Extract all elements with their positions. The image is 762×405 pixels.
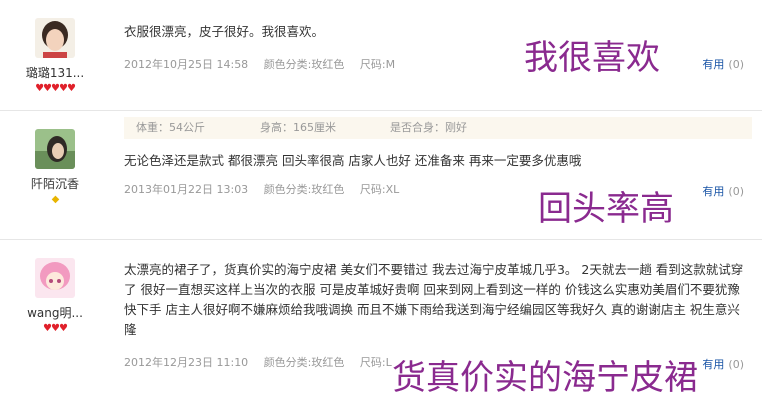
weight-info: 体重：54公斤 xyxy=(136,121,205,134)
helpful-button[interactable]: 有用 xyxy=(702,185,724,198)
fit-info: 是否合身：刚好 xyxy=(390,121,467,134)
helpful-button[interactable]: 有用 xyxy=(702,58,724,71)
height-info: 身高：165厘米 xyxy=(260,121,336,134)
helpful-count: (0) xyxy=(728,58,744,71)
helpful-vote: 有用 (0) xyxy=(702,183,744,199)
overlay-caption-1: 我很喜欢 xyxy=(524,38,660,78)
user-rank-diamond: ◆ xyxy=(51,194,60,205)
color-category: 颜色分类:玫红色 xyxy=(263,356,345,369)
body-info-bar: 体重：54公斤 身高：165厘米 是否合身：刚好 xyxy=(124,117,752,139)
avatar[interactable] xyxy=(35,258,75,298)
avatar[interactable] xyxy=(35,129,75,169)
review-date: 2012年10月25日 14:58 xyxy=(124,58,249,71)
review-item: 阡陌沉香 ◆ 体重：54公斤 身高：165厘米 是否合身：刚好 无论色泽还是款式 都… xyxy=(0,111,762,240)
helpful-count: (0) xyxy=(728,358,744,371)
username[interactable]: 阡陌沉香 xyxy=(0,175,110,192)
review-text: 太漂亮的裙子了，货真价实的海宁皮裙 美女们不要错过 我去过海宁皮革城几乎3。 2… xyxy=(124,262,744,337)
review-text: 无论色泽还是款式 都很漂亮 回头率很高 店家人也好 还准备来 再来一定要多优惠哦 xyxy=(124,153,582,168)
reviewer-info: 璐璐131... ♥♥♥♥♥ xyxy=(0,18,110,95)
reviewer-info: wang明... ♥♥♥ xyxy=(0,258,110,335)
helpful-button[interactable]: 有用 xyxy=(702,358,724,371)
username[interactable]: 璐璐131... xyxy=(0,64,110,81)
review-item: 璐璐131... ♥♥♥♥♥ 衣服很漂亮，皮子很好。我很喜欢。 2012年10月… xyxy=(0,0,762,111)
helpful-vote: 有用 (0) xyxy=(702,356,744,372)
avatar[interactable] xyxy=(35,18,75,58)
size-info: 尺码:L xyxy=(359,356,392,369)
helpful-count: (0) xyxy=(728,185,744,198)
size-info: 尺码:XL xyxy=(359,183,400,196)
color-category: 颜色分类:玫红色 xyxy=(263,58,345,71)
user-rank-hearts: ♥♥♥♥♥ xyxy=(35,83,76,94)
overlay-caption-2: 回头率高 xyxy=(538,189,674,229)
size-info: 尺码:M xyxy=(359,58,396,71)
username[interactable]: wang明... xyxy=(0,304,110,321)
review-date: 2013年01月22日 13:03 xyxy=(124,183,249,196)
user-rank-hearts: ♥♥♥ xyxy=(43,323,68,334)
review-item: wang明... ♥♥♥ 太漂亮的裙子了，货真价实的海宁皮裙 美女们不要错过 我… xyxy=(0,240,762,405)
review-date: 2012年12月23日 11:10 xyxy=(124,356,249,369)
overlay-caption-3: 货真价实的海宁皮裙 xyxy=(392,358,698,398)
helpful-vote: 有用 (0) xyxy=(702,56,744,72)
color-category: 颜色分类:玫红色 xyxy=(263,183,345,196)
reviewer-info: 阡陌沉香 ◆ xyxy=(0,129,110,206)
